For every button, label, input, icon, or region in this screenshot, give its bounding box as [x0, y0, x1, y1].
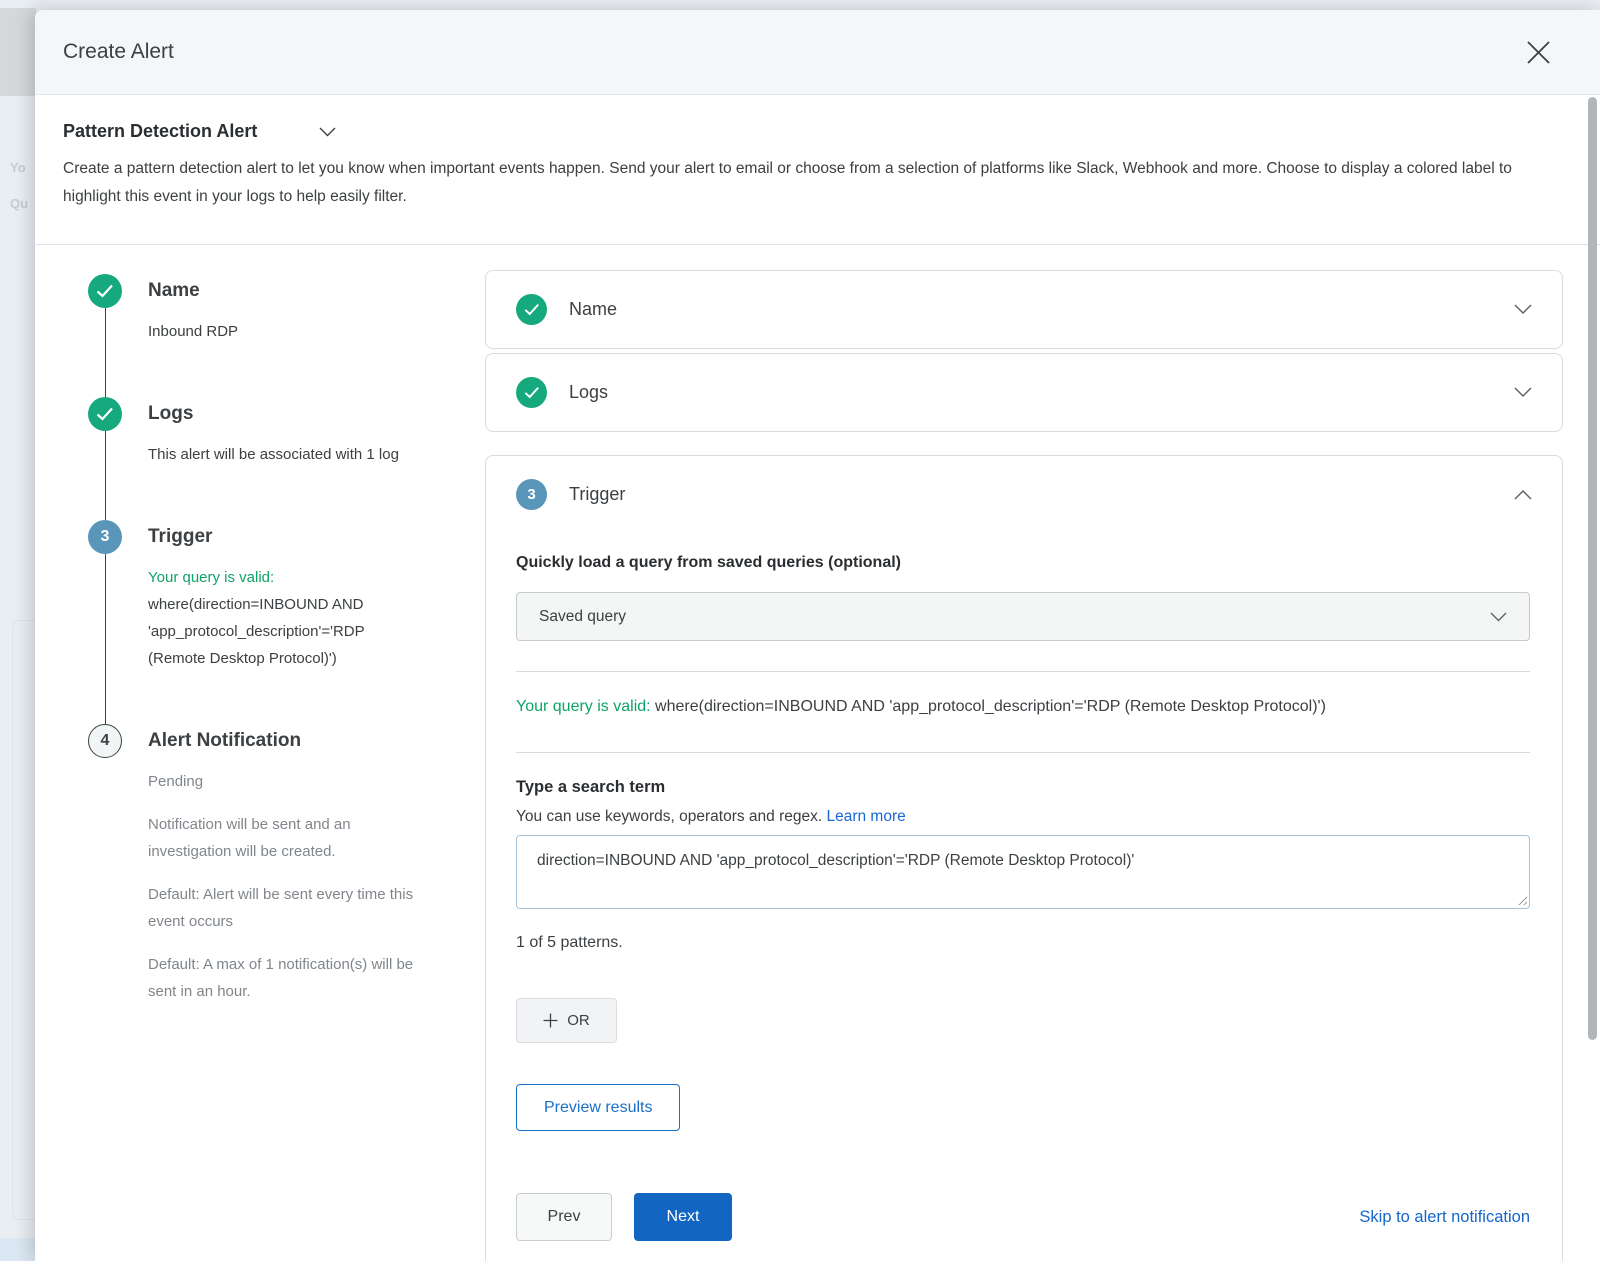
- step-note: Default: Alert will be sent every time t…: [148, 881, 414, 935]
- step-subtitle: This alert will be associated with 1 log: [148, 441, 414, 468]
- next-button[interactable]: Next: [634, 1193, 732, 1241]
- step-note: Default: A max of 1 notification(s) will…: [148, 951, 414, 1005]
- patterns-count: 1 of 5 patterns.: [516, 934, 1530, 952]
- close-button[interactable]: [1521, 35, 1556, 70]
- skip-to-alert-notification-link[interactable]: Skip to alert notification: [1359, 1208, 1530, 1227]
- query-valid-label: Your query is valid:: [516, 698, 651, 715]
- or-button-label: OR: [567, 1012, 590, 1029]
- modal-title: Create Alert: [63, 40, 174, 64]
- step-note: Notification will be sent and an investi…: [148, 811, 414, 865]
- modal-header: Create Alert: [35, 10, 1600, 95]
- close-icon: [1525, 39, 1552, 66]
- step-trigger: 3 Trigger Your query is valid: where(dir…: [88, 520, 485, 724]
- plus-icon: [543, 1013, 558, 1028]
- saved-query-label: Quickly load a query from saved queries …: [516, 554, 1530, 572]
- step-title: Trigger: [148, 520, 414, 554]
- section-title: Logs: [569, 382, 608, 403]
- step-name: Name Inbound RDP: [88, 274, 485, 397]
- trigger-section-header[interactable]: 3 Trigger: [486, 456, 1562, 533]
- search-term-input[interactable]: direction=INBOUND AND 'app_protocol_desc…: [516, 835, 1530, 909]
- stepper-connector: [105, 308, 106, 397]
- background-text: Qu: [10, 196, 28, 211]
- saved-query-select[interactable]: Saved query: [516, 592, 1530, 641]
- check-icon: [516, 294, 547, 325]
- chevron-down-icon: [1490, 612, 1507, 622]
- query-valid-label: Your query is valid:: [148, 569, 274, 586]
- step-subtitle: Inbound RDP: [148, 318, 414, 345]
- step-number-badge: 3: [88, 520, 122, 554]
- step-status: Pending: [148, 768, 414, 795]
- background-footer-band: [0, 1238, 36, 1261]
- section-title: Name: [569, 299, 617, 320]
- step-logs: Logs This alert will be associated with …: [88, 397, 485, 520]
- step-number-badge: 3: [516, 479, 547, 510]
- divider: [516, 752, 1530, 753]
- trigger-section: 3 Trigger Quickly load a query from save…: [485, 455, 1563, 1261]
- chevron-down-icon: [1514, 387, 1532, 398]
- background-text: Yo: [10, 160, 26, 175]
- wizard-footer: Prev Next Skip to alert notification: [516, 1193, 1530, 1241]
- prev-button[interactable]: Prev: [516, 1193, 612, 1241]
- stepper-connector: [105, 431, 106, 520]
- name-section: Name: [485, 270, 1563, 349]
- alert-type-description: Create a pattern detection alert to let …: [63, 155, 1555, 210]
- logs-section-header[interactable]: Logs: [486, 354, 1562, 431]
- check-icon: [516, 377, 547, 408]
- background-page: Yo Qu: [0, 0, 36, 1261]
- create-alert-modal: Create Alert Pattern Detection Alert Cre…: [35, 10, 1600, 1261]
- learn-more-link[interactable]: Learn more: [826, 808, 905, 825]
- step-complete-check-icon: [88, 397, 122, 431]
- step-query-status: Your query is valid: where(direction=INB…: [148, 564, 414, 672]
- logs-section: Logs: [485, 353, 1563, 432]
- step-number-badge: 4: [88, 724, 122, 758]
- step-title: Name: [148, 274, 414, 308]
- step-alert-notification: 4 Alert Notification Pending Notificatio…: [88, 724, 485, 1005]
- step-complete-check-icon: [88, 274, 122, 308]
- trigger-body: Quickly load a query from saved queries …: [486, 554, 1562, 1241]
- query-validation-message: Your query is valid: where(direction=INB…: [516, 691, 1530, 722]
- step-title: Alert Notification: [148, 724, 414, 758]
- scrollbar-thumb[interactable]: [1588, 97, 1597, 1040]
- stepper-connector: [105, 554, 106, 724]
- background-header-band: [0, 8, 36, 96]
- alert-type-section: Pattern Detection Alert Create a pattern…: [35, 95, 1600, 245]
- divider: [516, 671, 1530, 672]
- chevron-down-icon[interactable]: [319, 127, 336, 137]
- saved-query-selected-value: Saved query: [539, 608, 626, 626]
- chevron-up-icon: [1514, 489, 1532, 500]
- background-panel-edge: [12, 620, 36, 1220]
- alert-type-selector[interactable]: Pattern Detection Alert: [63, 121, 257, 142]
- query-text: where(direction=INBOUND AND 'app_protoco…: [148, 596, 364, 667]
- form-panels: Name Logs: [485, 245, 1600, 1261]
- search-term-heading: Type a search term: [516, 778, 1530, 797]
- search-term-help: You can use keywords, operators and rege…: [516, 808, 1530, 826]
- preview-results-button[interactable]: Preview results: [516, 1084, 680, 1131]
- section-title: Trigger: [569, 484, 625, 505]
- help-text: You can use keywords, operators and rege…: [516, 808, 822, 825]
- query-text: where(direction=INBOUND AND 'app_protoco…: [655, 698, 1326, 715]
- chevron-down-icon: [1514, 304, 1532, 315]
- step-title: Logs: [148, 397, 414, 431]
- stepper: Name Inbound RDP Logs This alert will be…: [35, 245, 485, 1261]
- add-or-pattern-button[interactable]: OR: [516, 998, 617, 1043]
- name-section-header[interactable]: Name: [486, 271, 1562, 348]
